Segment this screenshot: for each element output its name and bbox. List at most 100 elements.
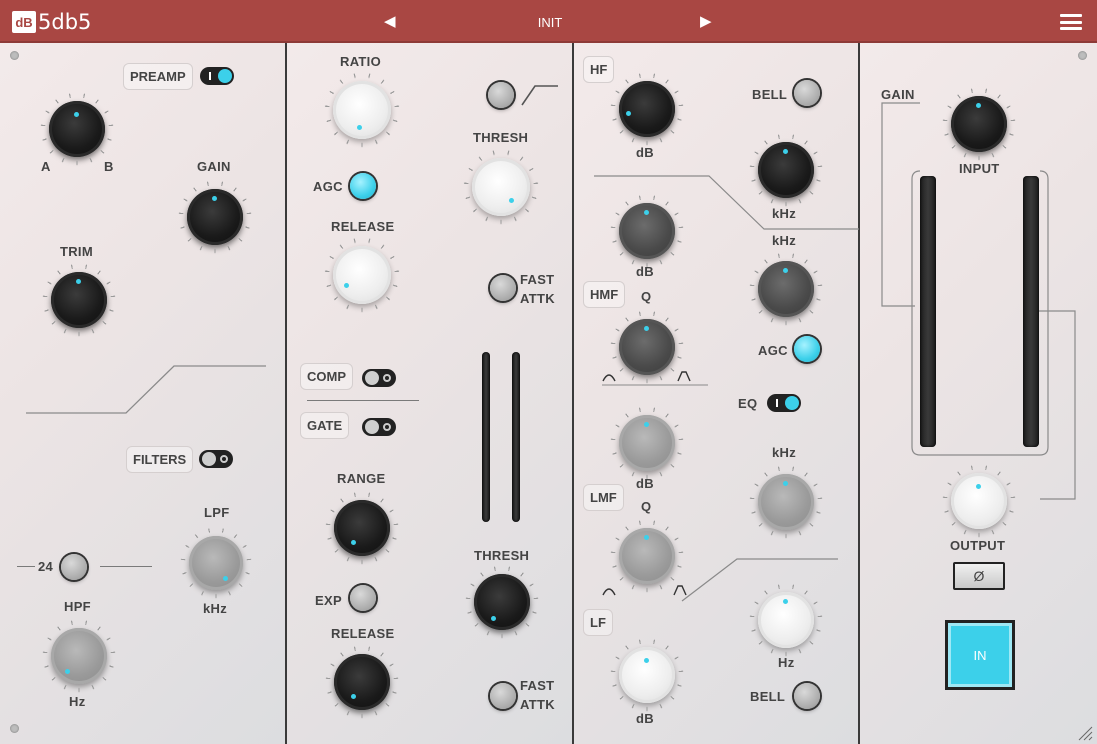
phase-invert-button[interactable]: Ø xyxy=(953,562,1005,590)
input-gain-knob[interactable] xyxy=(951,96,1007,152)
gain-knob[interactable] xyxy=(187,189,243,245)
output-panel: GAIN INPUT OUTPUT Ø IN xyxy=(860,43,1097,744)
exp-label: EXP xyxy=(315,593,342,608)
output-meter-right xyxy=(1023,176,1039,447)
fast-attk-label-bottom: ATTK xyxy=(520,291,555,306)
gain-reduction-meter-left xyxy=(482,352,490,522)
lmf-freq-knob[interactable] xyxy=(758,474,814,530)
screw xyxy=(10,724,19,733)
lf-freq-unit: Hz xyxy=(778,655,795,670)
header-bar: dB 5db5 ◀ INIT ▶ xyxy=(0,0,1097,43)
divider xyxy=(17,566,35,567)
lpf-knob[interactable] xyxy=(189,536,243,590)
divider xyxy=(307,400,419,401)
bell-label: BELL xyxy=(752,87,788,102)
lf-bell-button[interactable] xyxy=(794,683,820,709)
next-preset-button[interactable]: ▶ xyxy=(700,12,712,30)
agc-button[interactable] xyxy=(350,173,376,199)
logo: dB 5db5 xyxy=(12,10,91,34)
hmf-gain-unit: dB xyxy=(636,264,654,279)
eq-agc-button[interactable] xyxy=(794,336,820,362)
fast-attack-button[interactable] xyxy=(490,275,516,301)
hf-gain-knob[interactable] xyxy=(619,81,675,137)
lmf-q-label: Q xyxy=(641,499,652,514)
preamp-panel: PREAMP A B GAIN TRIM FILTERS LPF kHz 24 … xyxy=(0,43,287,744)
output-label: OUTPUT xyxy=(950,538,1006,553)
comp-knee-button[interactable] xyxy=(488,82,514,108)
hmf-gain-knob[interactable] xyxy=(619,203,675,259)
gain-reduction-meter-right xyxy=(512,352,520,522)
hf-bell-button[interactable] xyxy=(794,80,820,106)
hmf-q-label: Q xyxy=(641,289,652,304)
bypass-in-button[interactable]: IN xyxy=(945,620,1015,690)
lf-label: LF xyxy=(583,609,613,636)
lpf-label: LPF xyxy=(204,505,230,520)
section-divider-line xyxy=(26,365,266,414)
eq-agc-label: AGC xyxy=(758,343,788,358)
range-label: RANGE xyxy=(337,471,386,486)
dynamics-panel: RATIO THRESH AGC RELEASE FAST ATTK COMP … xyxy=(287,43,574,744)
lmf-label: LMF xyxy=(583,484,624,511)
hmf-q-curve-icons xyxy=(602,371,708,386)
output-gain-knob[interactable] xyxy=(951,473,1007,529)
hmf-freq-unit: kHz xyxy=(772,233,797,248)
preset-name[interactable]: INIT xyxy=(500,15,600,30)
filters-toggle[interactable] xyxy=(199,450,233,468)
eq-panel: HF dB BELL kHz dB kHz HMF Q AGC EQ dB kH… xyxy=(574,43,860,744)
hpf-knob[interactable] xyxy=(51,628,107,684)
release-knob[interactable] xyxy=(333,246,391,304)
ratio-knob[interactable] xyxy=(333,81,391,139)
thresh-label: THRESH xyxy=(473,130,529,145)
lf-bell-label: BELL xyxy=(750,689,786,704)
hmf-freq-knob[interactable] xyxy=(758,261,814,317)
lf-gain-unit: dB xyxy=(636,711,654,726)
gate-release-knob[interactable] xyxy=(334,654,390,710)
slope-value: 24 xyxy=(38,559,54,574)
prev-preset-button[interactable]: ◀ xyxy=(384,12,396,30)
gate-fast-label-top: FAST xyxy=(520,678,555,693)
divider xyxy=(100,566,152,567)
comp-label: COMP xyxy=(300,363,353,390)
gate-fast-attack-button[interactable] xyxy=(490,683,516,709)
gain-label: GAIN xyxy=(881,87,915,102)
lpf-unit: kHz xyxy=(203,601,228,616)
slope-button[interactable] xyxy=(61,554,87,580)
knee-curve-icon xyxy=(521,85,558,106)
release-label: RELEASE xyxy=(331,219,395,234)
ratio-label: RATIO xyxy=(340,54,381,69)
preamp-toggle[interactable] xyxy=(200,67,234,85)
lf-freq-knob[interactable] xyxy=(758,592,814,648)
hf-label: HF xyxy=(583,56,615,83)
output-meter-left xyxy=(920,176,936,447)
filters-label: FILTERS xyxy=(126,446,194,473)
lf-gain-knob[interactable] xyxy=(619,647,675,703)
a-label: A xyxy=(41,159,51,174)
gate-thresh-label: THRESH xyxy=(474,548,530,563)
range-knob[interactable] xyxy=(334,500,390,556)
eq-toggle[interactable] xyxy=(767,394,801,412)
logo-badge: dB xyxy=(12,11,36,33)
hpf-unit: Hz xyxy=(69,694,86,709)
hamburger-menu-icon[interactable] xyxy=(1060,14,1082,30)
eq-label: EQ xyxy=(738,396,758,411)
gate-toggle[interactable] xyxy=(362,418,396,436)
lmf-freq-unit: kHz xyxy=(772,445,797,460)
hpf-label: HPF xyxy=(64,599,91,614)
ab-selector-knob[interactable] xyxy=(49,101,105,157)
lmf-gain-unit: dB xyxy=(636,476,654,491)
hmf-q-knob[interactable] xyxy=(619,319,675,375)
screw xyxy=(1078,51,1087,60)
resize-grip-icon[interactable] xyxy=(1077,725,1093,741)
comp-toggle[interactable] xyxy=(362,369,396,387)
trim-knob[interactable] xyxy=(51,272,107,328)
agc-label: AGC xyxy=(313,179,343,194)
gate-release-label: RELEASE xyxy=(331,626,395,641)
lmf-gain-knob[interactable] xyxy=(619,415,675,471)
trim-label: TRIM xyxy=(60,244,93,259)
gate-thresh-knob[interactable] xyxy=(474,574,530,630)
gain-label: GAIN xyxy=(197,159,231,174)
gate-label: GATE xyxy=(300,412,350,439)
fast-attk-label-top: FAST xyxy=(520,272,555,287)
thresh-knob[interactable] xyxy=(472,158,530,216)
exp-button[interactable] xyxy=(350,585,376,611)
